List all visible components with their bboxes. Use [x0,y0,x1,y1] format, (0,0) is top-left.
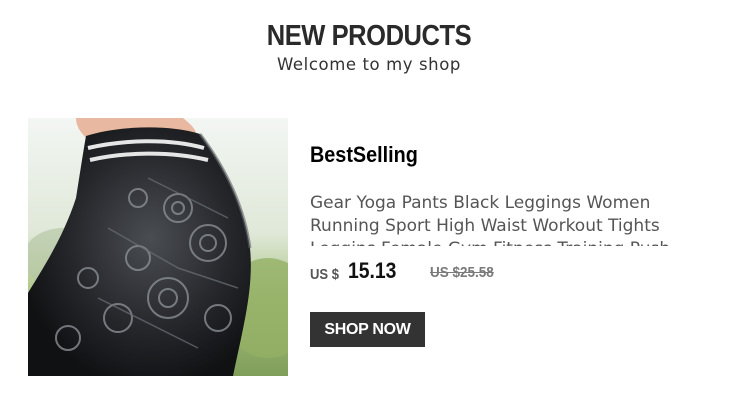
product-image[interactable] [28,118,288,376]
product-description-text: Gear Yoga Pants Black Leggings Women Run… [310,193,670,246]
bestselling-label: BestSelling [310,142,418,167]
leggings-photo [28,118,288,376]
original-price: US $25.58 [430,264,494,281]
price-currency: US $ [310,267,340,283]
shop-now-button[interactable]: SHOP NOW [310,312,425,347]
product-description[interactable]: Gear Yoga Pants Black Leggings Women Run… [310,192,690,246]
sale-price: 15.13 [348,258,397,283]
section-title: NEW PRODUCTS [266,20,472,52]
section-subtitle: Welcome to my shop [276,55,462,74]
